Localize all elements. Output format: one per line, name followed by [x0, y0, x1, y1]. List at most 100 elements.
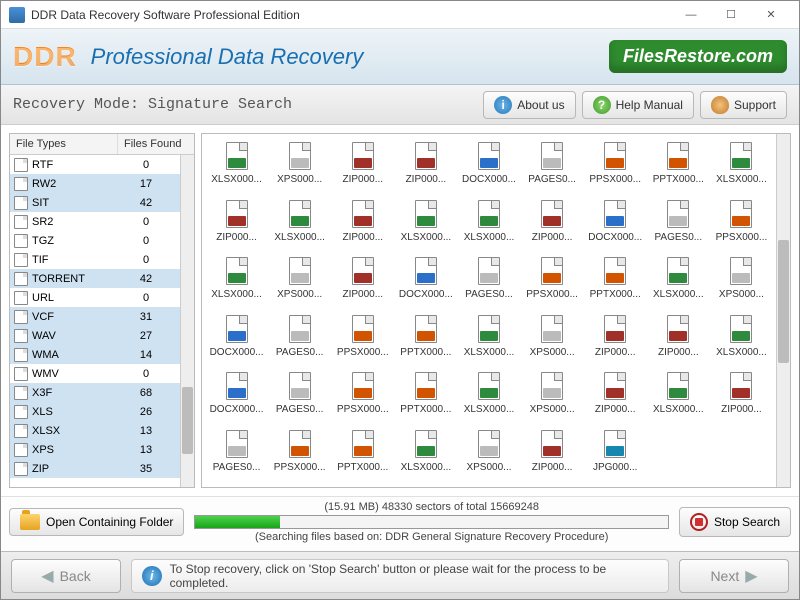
- file-thumb: [662, 370, 694, 402]
- file-item[interactable]: XPS000...: [711, 255, 772, 309]
- file-item[interactable]: ZIP000...: [332, 140, 393, 194]
- file-type-row[interactable]: TGZ0: [10, 231, 180, 250]
- file-item[interactable]: XLSX000...: [648, 370, 709, 424]
- file-item[interactable]: ZIP000...: [332, 198, 393, 252]
- file-item[interactable]: XPS000...: [269, 140, 330, 194]
- file-type-row[interactable]: SR20: [10, 212, 180, 231]
- file-item[interactable]: ZIP000...: [711, 370, 772, 424]
- file-item[interactable]: PPSX000...: [332, 313, 393, 367]
- file-item[interactable]: PPTX000...: [648, 140, 709, 194]
- file-type-row[interactable]: XLS26: [10, 402, 180, 421]
- file-item[interactable]: XLSX000...: [458, 313, 519, 367]
- file-item[interactable]: PAGES0...: [648, 198, 709, 252]
- file-type-name: XPS: [32, 444, 116, 456]
- file-type-row[interactable]: ZIP35: [10, 459, 180, 478]
- file-item[interactable]: ZIP000...: [522, 428, 583, 482]
- maximize-button[interactable]: ☐: [711, 4, 751, 26]
- file-item[interactable]: ZIP000...: [648, 313, 709, 367]
- file-item[interactable]: XLSX000...: [269, 198, 330, 252]
- file-item[interactable]: JPG000...: [585, 428, 646, 482]
- file-name: PPSX000...: [713, 232, 769, 243]
- next-button[interactable]: Next ▶: [679, 559, 789, 593]
- file-item[interactable]: ZIP000...: [522, 198, 583, 252]
- file-item[interactable]: PPSX000...: [522, 255, 583, 309]
- file-type-name: SIT: [32, 197, 116, 209]
- file-item[interactable]: PPTX000...: [395, 313, 456, 367]
- app-banner: DDR Professional Data Recovery FilesRest…: [1, 29, 799, 85]
- file-item[interactable]: PPSX000...: [269, 428, 330, 482]
- scrollbar-thumb[interactable]: [182, 387, 193, 453]
- file-item[interactable]: ZIP000...: [395, 140, 456, 194]
- file-type-row[interactable]: VCF31: [10, 307, 180, 326]
- file-name: PAGES0...: [461, 289, 517, 300]
- info-icon: i: [142, 566, 162, 586]
- file-item[interactable]: DOCX000...: [395, 255, 456, 309]
- file-item[interactable]: ZIP000...: [206, 198, 267, 252]
- back-button[interactable]: ◀ Back: [11, 559, 121, 593]
- file-item[interactable]: XLSX000...: [395, 428, 456, 482]
- file-item[interactable]: ZIP000...: [585, 370, 646, 424]
- file-item[interactable]: DOCX000...: [206, 313, 267, 367]
- info-icon: i: [494, 96, 512, 114]
- file-item[interactable]: XLSX000...: [711, 140, 772, 194]
- file-item[interactable]: PPTX000...: [395, 370, 456, 424]
- grid-scrollbar[interactable]: [776, 134, 790, 487]
- file-item[interactable]: ZIP000...: [332, 255, 393, 309]
- file-item[interactable]: XLSX000...: [648, 255, 709, 309]
- file-type-row[interactable]: XLSX13: [10, 421, 180, 440]
- file-item[interactable]: DOCX000...: [206, 370, 267, 424]
- file-item[interactable]: PPTX000...: [332, 428, 393, 482]
- file-type-row[interactable]: RTF0: [10, 155, 180, 174]
- file-item[interactable]: PAGES0...: [269, 313, 330, 367]
- file-type-row[interactable]: WAV27: [10, 326, 180, 345]
- scrollbar-thumb[interactable]: [778, 240, 789, 364]
- file-item[interactable]: XPS000...: [269, 255, 330, 309]
- file-item[interactable]: PAGES0...: [269, 370, 330, 424]
- file-icon: [14, 348, 28, 362]
- file-item[interactable]: XLSX000...: [206, 140, 267, 194]
- left-scrollbar[interactable]: [180, 155, 194, 487]
- about-us-button[interactable]: i About us: [483, 91, 575, 119]
- file-thumb: [410, 140, 442, 172]
- file-thumb: [221, 370, 253, 402]
- file-item[interactable]: XLSX000...: [711, 313, 772, 367]
- file-type-row[interactable]: TORRENT42: [10, 269, 180, 288]
- file-type-row[interactable]: WMV0: [10, 364, 180, 383]
- file-type-row[interactable]: X3F68: [10, 383, 180, 402]
- open-containing-folder-button[interactable]: Open Containing Folder: [9, 508, 184, 536]
- file-item[interactable]: PPTX000...: [585, 255, 646, 309]
- file-grid[interactable]: XLSX000...XPS000...ZIP000...ZIP000...DOC…: [202, 134, 776, 487]
- file-item[interactable]: DOCX000...: [458, 140, 519, 194]
- file-type-row[interactable]: SIT42: [10, 193, 180, 212]
- file-type-row[interactable]: TIF0: [10, 250, 180, 269]
- file-type-row[interactable]: WMA14: [10, 345, 180, 364]
- file-item[interactable]: XLSX000...: [395, 198, 456, 252]
- file-item[interactable]: PPSX000...: [711, 198, 772, 252]
- file-type-row[interactable]: XPS13: [10, 440, 180, 459]
- file-types-list[interactable]: RTF0RW217SIT42SR20TGZ0TIF0TORRENT42URL0V…: [10, 155, 180, 487]
- file-item[interactable]: XPS000...: [522, 313, 583, 367]
- file-thumb: [473, 370, 505, 402]
- support-button[interactable]: Support: [700, 91, 787, 119]
- file-type-row[interactable]: URL0: [10, 288, 180, 307]
- minimize-button[interactable]: —: [671, 4, 711, 26]
- file-item[interactable]: DOCX000...: [585, 198, 646, 252]
- help-manual-button[interactable]: ? Help Manual: [582, 91, 694, 119]
- file-item[interactable]: PAGES0...: [206, 428, 267, 482]
- file-item[interactable]: XLSX000...: [206, 255, 267, 309]
- file-name: ZIP000...: [713, 404, 769, 415]
- close-button[interactable]: ✕: [751, 4, 791, 26]
- file-item[interactable]: PAGES0...: [458, 255, 519, 309]
- file-thumb: [410, 198, 442, 230]
- file-item[interactable]: XPS000...: [458, 428, 519, 482]
- file-item[interactable]: ZIP000...: [585, 313, 646, 367]
- file-item[interactable]: XLSX000...: [458, 370, 519, 424]
- file-item[interactable]: PPSX000...: [332, 370, 393, 424]
- file-item[interactable]: PAGES0...: [522, 140, 583, 194]
- file-item[interactable]: XPS000...: [522, 370, 583, 424]
- stop-search-button[interactable]: Stop Search: [679, 507, 791, 537]
- file-thumb: [410, 313, 442, 345]
- file-item[interactable]: XLSX000...: [458, 198, 519, 252]
- file-item[interactable]: PPSX000...: [585, 140, 646, 194]
- file-type-row[interactable]: RW217: [10, 174, 180, 193]
